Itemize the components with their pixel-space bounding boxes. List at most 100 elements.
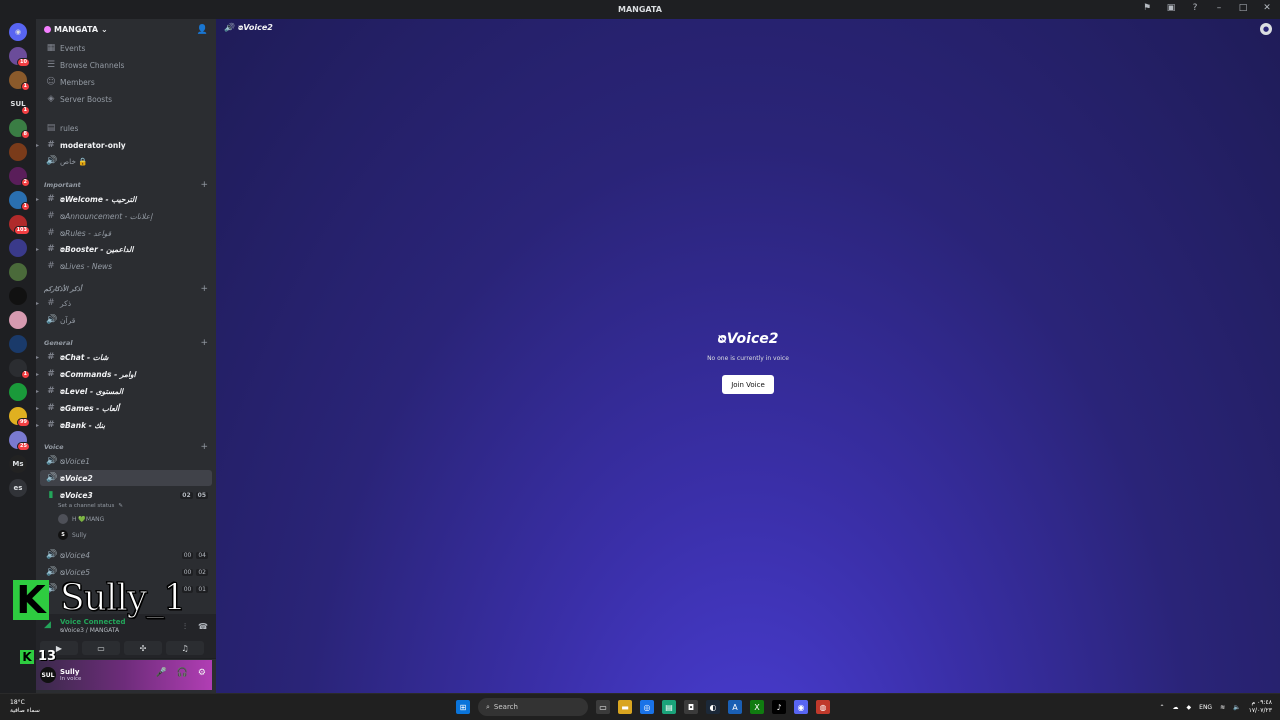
join-voice-button[interactable]: Join Voice — [722, 375, 774, 394]
weather-widget[interactable]: 18°C سماء صافية — [10, 699, 40, 715]
app-icon[interactable]: ▤ — [662, 700, 676, 714]
server-icon[interactable] — [9, 239, 27, 257]
hash-icon: # — [47, 140, 55, 150]
channel-moderator-only[interactable]: ▸ # moderator-only — [36, 137, 212, 153]
disconnect-icon[interactable]: ☎ — [198, 622, 208, 631]
channel-lives[interactable]: # ᴓLives - News — [40, 258, 212, 274]
channel-announcement[interactable]: # ᴓAnnouncement - إعلانات — [40, 208, 212, 224]
server-icon[interactable]: 99 — [9, 407, 30, 427]
activities-button[interactable]: ✣ — [124, 641, 162, 655]
headphones-icon[interactable]: 🎧 — [177, 668, 188, 678]
avatar[interactable]: SUL — [40, 667, 56, 683]
category-important[interactable]: Important + — [44, 179, 208, 191]
channel-bank[interactable]: ▸ # ᴓBank - بنك — [36, 417, 212, 433]
app-icon[interactable]: ◆ — [1187, 704, 1192, 711]
server-icon[interactable]: 25 — [9, 431, 30, 451]
channel-zikr[interactable]: ▸ # ذكر — [36, 295, 212, 311]
members-link[interactable]: ☺ Members — [40, 74, 212, 90]
channel-voice1[interactable]: 🔊 ᴓVoice1 — [40, 453, 212, 469]
server-icon[interactable]: 2 — [9, 167, 30, 187]
channel-rules[interactable]: ▤ rules — [40, 120, 212, 136]
server-header[interactable]: MANGATA ⌄ 👤 — [36, 19, 216, 40]
server-boosts-link[interactable]: ◈ Server Boosts — [40, 91, 212, 107]
server-icon[interactable]: 103 — [9, 215, 30, 235]
xbox-icon[interactable]: X — [750, 700, 764, 714]
add-member-icon[interactable]: 👤 — [197, 25, 208, 35]
language-indicator[interactable]: ENG — [1199, 704, 1212, 711]
add-channel-icon[interactable]: + — [200, 180, 208, 190]
help-icon[interactable]: ? — [1190, 3, 1200, 13]
clock[interactable]: ٠٩:٤٨ م ١٧/٠٧/٢٣ — [1249, 699, 1272, 715]
tiktok-icon[interactable]: ♪ — [772, 700, 786, 714]
channel-level[interactable]: ▸ # ᴓLevel - المستوى — [36, 383, 212, 399]
chevron-up-icon[interactable]: ⌃ — [1160, 704, 1165, 711]
noise-suppression-icon[interactable]: ⫶ — [184, 622, 186, 632]
server-icon[interactable]: 1 — [9, 71, 30, 91]
start-icon[interactable]: ⊞ — [456, 700, 470, 714]
discord-icon[interactable]: ◉ — [794, 700, 808, 714]
events-link[interactable]: ▦ Events — [40, 40, 212, 56]
screen-share-button[interactable]: ▭ — [82, 641, 120, 655]
browse-channels-link[interactable]: ☰ Browse Channels — [40, 57, 212, 73]
category-general[interactable]: General + — [44, 337, 208, 349]
screen-icon[interactable]: ▣ — [1166, 3, 1176, 13]
close-icon[interactable]: ✕ — [1262, 3, 1272, 13]
channel-commands[interactable]: ▸ # ᴓCommands - اوامر — [36, 366, 212, 382]
voice-member[interactable]: S Sully — [58, 528, 87, 542]
overlay-number: 13 — [38, 649, 57, 664]
app-icon[interactable]: ◍ — [816, 700, 830, 714]
server-icon[interactable] — [9, 383, 27, 401]
steam-icon[interactable]: ◐ — [706, 700, 720, 714]
server-icon[interactable]: es — [9, 479, 27, 497]
chat-icon[interactable]: ● — [1260, 23, 1272, 35]
task-view-icon[interactable]: ▭ — [596, 700, 610, 714]
channel-chat[interactable]: ▸ # ᴓChat - شات — [36, 349, 212, 365]
app-icon[interactable]: A — [728, 700, 742, 714]
server-icon[interactable] — [9, 287, 27, 305]
channel-welcome[interactable]: ▸ # ᴓWelcome - الترحيب — [36, 191, 212, 207]
channel-private-voice[interactable]: 🔊 خاص 🔒 — [40, 153, 212, 169]
server-icon[interactable]: 1 — [9, 359, 30, 379]
server-icon[interactable]: 8 — [9, 119, 30, 139]
server-icon[interactable] — [9, 311, 27, 329]
voice-location[interactable]: ᴓVoice3 / MANGATA — [60, 627, 119, 634]
server-icon[interactable]: 1 — [9, 191, 30, 211]
app-icon[interactable]: ◘ — [684, 700, 698, 714]
channel-voice2[interactable]: 🔊 ᴓVoice2 — [40, 470, 212, 486]
server-icon[interactable]: Ms — [9, 455, 27, 473]
channel-quran[interactable]: 🔊 قرآن — [40, 312, 212, 328]
minimize-icon[interactable]: – — [1214, 3, 1224, 13]
server-icon[interactable] — [9, 335, 27, 353]
onedrive-icon[interactable]: ☁ — [1173, 704, 1179, 711]
server-icon[interactable]: 10 — [9, 47, 30, 67]
discord-home-icon[interactable]: ◉ — [9, 23, 27, 41]
server-icon-label: es — [13, 484, 23, 492]
add-channel-icon[interactable]: + — [200, 284, 208, 294]
channel-voice4[interactable]: 🔊 ᴓVoice4 00 04 — [40, 547, 212, 563]
add-channel-icon[interactable]: + — [200, 338, 208, 348]
microphone-icon[interactable]: 🎤 — [155, 668, 166, 678]
server-icon[interactable]: SUL 1 — [9, 95, 30, 115]
chrome-icon[interactable]: ◎ — [640, 700, 654, 714]
soundboard-button[interactable]: ♫ — [166, 641, 204, 655]
channel-games[interactable]: ▸ # ᴓGames - ألعاب — [36, 400, 212, 416]
volume-icon[interactable]: 🔈 — [1233, 704, 1240, 711]
inbox-icon[interactable]: ⚑ — [1142, 3, 1152, 13]
channel-booster[interactable]: ▸ # ᴓBooster - الداعمين — [36, 241, 212, 257]
channel-status[interactable]: Set a channel status ✎ — [58, 499, 123, 513]
server-icon[interactable] — [9, 263, 27, 281]
category-voice[interactable]: Voice + — [44, 441, 208, 453]
speaker-icon: 🔊 — [46, 456, 58, 466]
user-status: In voice — [60, 676, 82, 682]
file-explorer-icon[interactable]: ▬ — [618, 700, 632, 714]
add-channel-icon[interactable]: + — [200, 442, 208, 452]
maximize-icon[interactable]: □ — [1238, 3, 1248, 13]
category-azkar[interactable]: أذكر الأذكاركم + — [44, 283, 208, 295]
search-box[interactable]: ⌕ Search — [478, 698, 588, 716]
voice-member[interactable]: H 💚MANG — [58, 512, 104, 526]
hash-icon: # — [47, 369, 55, 379]
gear-icon[interactable]: ⚙ — [198, 668, 206, 678]
server-icon[interactable] — [9, 143, 27, 161]
wifi-icon[interactable]: ≋ — [1220, 704, 1225, 711]
channel-rules2[interactable]: # ᴓRules - قواعد — [40, 225, 212, 241]
